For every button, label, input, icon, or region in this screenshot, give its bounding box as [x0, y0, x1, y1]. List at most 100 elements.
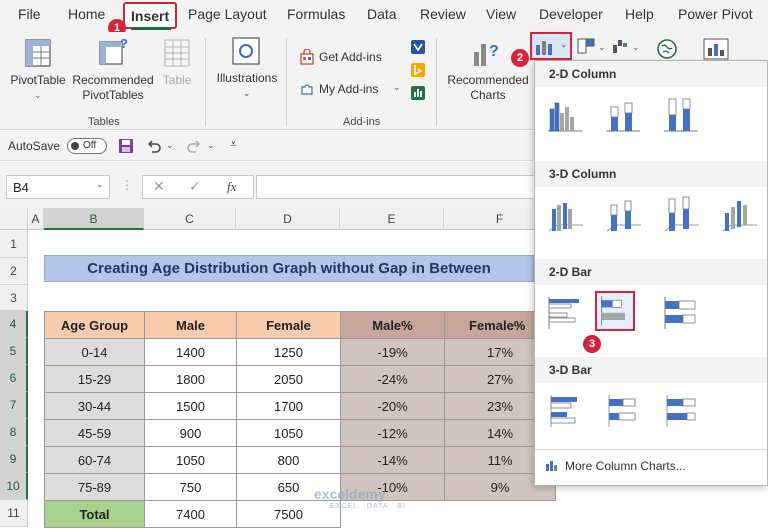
stacked-column-icon[interactable] — [603, 95, 643, 135]
column-header-d[interactable]: D — [236, 208, 340, 230]
table-cell[interactable]: -20% — [340, 392, 445, 420]
row-header-2[interactable]: 2 — [0, 258, 28, 285]
step-badge-2: 2 — [511, 49, 529, 67]
stacked-bar-icon[interactable] — [595, 291, 635, 331]
100-stacked-bar-icon[interactable] — [661, 293, 701, 333]
table-cell[interactable]: 1700 — [236, 392, 341, 420]
tab-page-layout[interactable]: Page Layout — [188, 6, 267, 22]
table-cell[interactable]: 1050 — [144, 446, 237, 474]
row-header-8[interactable]: 8 — [0, 419, 28, 446]
table-cell[interactable]: 900 — [144, 419, 237, 447]
select-all-corner[interactable] — [0, 208, 28, 230]
save-icon[interactable] — [118, 138, 134, 154]
name-box[interactable]: B4 — [6, 175, 110, 199]
more-column-charts-link[interactable]: More Column Charts... — [545, 459, 686, 473]
recommended-pivottables-label-1: Recommended — [72, 73, 154, 87]
visio-icon — [411, 40, 425, 54]
group-label-addins: Add-ins — [343, 116, 381, 128]
3d-stacked-bar-icon[interactable] — [603, 391, 643, 431]
autosave-toggle[interactable]: Off — [67, 138, 107, 154]
tab-help[interactable]: Help — [625, 6, 654, 22]
tab-power-pivot[interactable]: Power Pivot — [678, 6, 753, 22]
total-male-cell[interactable]: 7400 — [144, 500, 237, 528]
table-cell[interactable]: -14% — [340, 446, 445, 474]
table-cell[interactable]: -24% — [340, 365, 445, 393]
more-column-charts-label: More Column Charts... — [565, 459, 686, 473]
table-cell[interactable]: 45-59 — [44, 419, 145, 447]
drag-handle-icon[interactable]: ⋮ — [121, 178, 133, 192]
3d-100-stacked-column-icon[interactable] — [661, 195, 701, 235]
insert-column-chart-button[interactable]: ⌄ — [530, 32, 572, 60]
undo-icon[interactable] — [146, 138, 162, 154]
table-cell[interactable]: 1800 — [144, 365, 237, 393]
tab-insert[interactable]: Insert — [123, 2, 178, 29]
column-chart-icon — [536, 41, 552, 55]
column-header-e[interactable]: E — [340, 208, 444, 230]
column-header-a[interactable]: A — [28, 208, 44, 230]
column-header-b[interactable]: B — [44, 208, 144, 230]
table-cell[interactable]: 75-89 — [44, 473, 145, 501]
step-badge-3: 3 — [583, 335, 601, 353]
table-cell[interactable]: 1500 — [144, 392, 237, 420]
ribbon-separator — [205, 38, 206, 126]
row-header-11[interactable]: 11 — [0, 500, 28, 527]
insert-function-icon[interactable]: fx — [227, 179, 236, 195]
header-cell[interactable]: Male — [144, 311, 237, 339]
tab-home[interactable]: Home — [68, 6, 105, 22]
section-3d-column: 3-D Column — [535, 161, 767, 187]
chevron-down-icon: ⌄ — [393, 82, 401, 92]
header-cell[interactable]: Age Group — [44, 311, 145, 339]
table-cell[interactable]: -12% — [340, 419, 445, 447]
tab-formulas[interactable]: Formulas — [287, 6, 345, 22]
row-header-4[interactable]: 4 — [0, 311, 28, 338]
tab-file[interactable]: File — [18, 6, 41, 22]
table-cell[interactable]: 1250 — [236, 338, 341, 366]
header-cell[interactable]: Female — [236, 311, 341, 339]
table-cell[interactable]: -19% — [340, 338, 445, 366]
chevron-down-icon[interactable]: ⌄ — [166, 140, 174, 151]
total-label-cell[interactable]: Total — [44, 500, 145, 528]
tab-developer[interactable]: Developer — [539, 6, 603, 22]
chevron-down-icon[interactable]: ⌄ — [207, 140, 215, 151]
100-stacked-column-icon[interactable] — [661, 95, 701, 135]
table-cell[interactable]: 800 — [236, 446, 341, 474]
redo-icon[interactable] — [186, 138, 202, 154]
3d-clustered-column-icon[interactable] — [545, 195, 585, 235]
table-cell[interactable]: 1400 — [144, 338, 237, 366]
table-cell[interactable]: 30-44 — [44, 392, 145, 420]
table-cell[interactable]: 2050 — [236, 365, 341, 393]
table-cell[interactable]: 1050 — [236, 419, 341, 447]
tab-view[interactable]: View — [486, 6, 516, 22]
table-cell[interactable]: 60-74 — [44, 446, 145, 474]
enter-icon[interactable]: ✓ — [189, 178, 201, 195]
header-cell[interactable]: Male% — [340, 311, 445, 339]
tab-data[interactable]: Data — [367, 6, 397, 22]
store-icon — [300, 49, 314, 65]
globe-icon — [657, 39, 677, 59]
addins-icon — [301, 84, 313, 95]
3d-column-icon[interactable] — [719, 195, 759, 235]
table-cell[interactable]: 750 — [144, 473, 237, 501]
row-header-7[interactable]: 7 — [0, 392, 28, 419]
row-header-5[interactable]: 5 — [0, 338, 28, 365]
chevron-down-icon[interactable]: ⌄ — [96, 179, 104, 190]
table-cell[interactable]: 0-14 — [44, 338, 145, 366]
clustered-bar-icon[interactable] — [545, 293, 585, 333]
hierarchy-chart-icon: ⌄ — [577, 38, 606, 54]
pivottable-icon — [25, 39, 51, 67]
tab-review[interactable]: Review — [420, 6, 466, 22]
total-female-cell[interactable]: 7500 — [236, 500, 341, 528]
row-header-3[interactable]: 3 — [0, 285, 28, 311]
row-header-9[interactable]: 9 — [0, 446, 28, 473]
column-header-c[interactable]: C — [144, 208, 236, 230]
3d-100-stacked-bar-icon[interactable] — [661, 391, 701, 431]
row-header-10[interactable]: 10 — [0, 473, 28, 500]
row-header-1[interactable]: 1 — [0, 230, 28, 258]
clustered-column-icon[interactable] — [545, 95, 585, 135]
cancel-icon[interactable]: ✕ — [153, 178, 165, 195]
3d-stacked-column-icon[interactable] — [603, 195, 643, 235]
3d-clustered-bar-icon[interactable] — [545, 391, 585, 431]
table-cell[interactable]: 15-29 — [44, 365, 145, 393]
customize-qat-icon[interactable]: ⩡ — [230, 137, 237, 152]
row-header-6[interactable]: 6 — [0, 365, 28, 392]
